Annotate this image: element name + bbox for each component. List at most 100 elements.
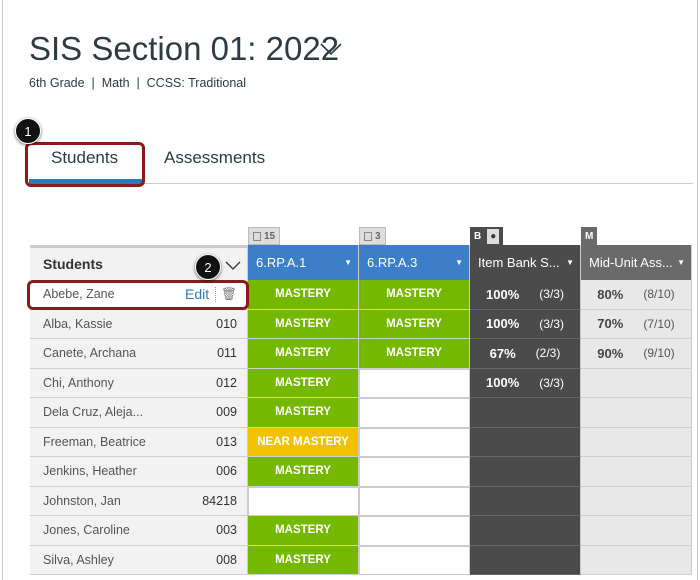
column-header-1[interactable]: 6.RP.A.3 ▼ bbox=[359, 245, 470, 280]
student-cell[interactable]: Silva, Ashley 008 bbox=[30, 545, 248, 575]
score-fraction: (9/10) bbox=[643, 346, 675, 361]
student-cell[interactable]: Johnston, Jan 84218 bbox=[30, 486, 248, 516]
outcome-cell[interactable]: MASTERY bbox=[359, 339, 470, 369]
assessment-score-cell[interactable] bbox=[581, 427, 692, 457]
outcome-cell[interactable]: MASTERY bbox=[248, 368, 359, 398]
assessment-score-cell[interactable]: 67% (2/3) bbox=[470, 339, 581, 369]
chevron-down-icon[interactable] bbox=[225, 261, 241, 271]
score-percent: 100% bbox=[486, 375, 520, 391]
student-cell[interactable]: Freeman, Beatrice 013 bbox=[30, 427, 248, 457]
column-header-3[interactable]: Mid-Unit Ass... ▼ bbox=[581, 245, 692, 280]
assessment-score-cell[interactable]: 90% (9/10) bbox=[581, 339, 692, 369]
section-subtitle: 6th Grade | Math | CCSS: Traditional bbox=[29, 76, 247, 90]
outcome-cell[interactable]: MASTERY bbox=[359, 280, 470, 310]
outcome-cell[interactable] bbox=[359, 486, 470, 516]
assessment-score-cell[interactable]: 70% (7/10) bbox=[581, 309, 692, 339]
student-name: Dela Cruz, Aleja... bbox=[43, 405, 144, 420]
outcome-cell[interactable] bbox=[359, 368, 470, 398]
assessment-score-cell[interactable] bbox=[581, 368, 692, 398]
student-cell[interactable]: Jenkins, Heather 006 bbox=[30, 457, 248, 487]
assessment-score-cell[interactable] bbox=[470, 486, 581, 516]
column-header-label: 6.RP.A.1 bbox=[256, 255, 307, 270]
assessment-score-cell[interactable] bbox=[470, 398, 581, 428]
column-header-label: 6.RP.A.3 bbox=[367, 255, 418, 270]
column-header-label: Mid-Unit Ass... bbox=[589, 255, 673, 270]
caret-down-icon[interactable]: ▼ bbox=[344, 258, 352, 267]
outcome-cell[interactable]: MASTERY bbox=[248, 516, 359, 546]
outcome-cell[interactable] bbox=[359, 545, 470, 575]
student-cell[interactable]: Chi, Anthony 012 bbox=[30, 368, 248, 398]
document-icon bbox=[253, 231, 261, 241]
column-tag: B ● bbox=[470, 227, 504, 245]
column-header-label: Item Bank S... bbox=[478, 255, 560, 270]
assessment-score-cell[interactable] bbox=[581, 486, 692, 516]
outcome-cell[interactable]: MASTERY bbox=[359, 309, 470, 339]
outcome-cell[interactable] bbox=[359, 427, 470, 457]
assessment-score-cell[interactable] bbox=[470, 545, 581, 575]
score-percent: 70% bbox=[597, 316, 624, 332]
mastery-label: MASTERY bbox=[386, 288, 442, 301]
assessment-score-cell[interactable]: 80% (8/10) bbox=[581, 280, 692, 310]
assessment-score-cell[interactable]: 100% (3/3) bbox=[470, 280, 581, 310]
student-name: Silva, Ashley bbox=[43, 552, 114, 567]
student-id: 011 bbox=[217, 346, 237, 361]
student-name: Chi, Anthony bbox=[43, 375, 114, 390]
column-header-0[interactable]: 6.RP.A.1 ▼ bbox=[248, 245, 359, 280]
tab-assessments[interactable]: Assessments bbox=[164, 148, 265, 168]
table-row: Jones, Caroline 003 MASTERY bbox=[30, 516, 693, 546]
score-fraction: (8/10) bbox=[643, 287, 675, 302]
outcome-cell[interactable]: NEAR MASTERY bbox=[248, 427, 359, 457]
outcome-cell[interactable] bbox=[248, 486, 359, 516]
caret-down-icon[interactable]: ▼ bbox=[455, 258, 463, 267]
outcome-cell[interactable] bbox=[359, 516, 470, 546]
assessment-score-cell[interactable]: 100% (3/3) bbox=[470, 368, 581, 398]
score-fraction: (3/3) bbox=[539, 375, 564, 390]
student-name: Canete, Archana bbox=[43, 346, 137, 361]
assessment-score-cell[interactable] bbox=[581, 545, 692, 575]
assessment-score-cell[interactable] bbox=[470, 516, 581, 546]
mastery-label: MASTERY bbox=[275, 376, 331, 389]
check-circle-icon: ● bbox=[487, 228, 500, 244]
outcome-cell[interactable] bbox=[359, 398, 470, 428]
chevron-down-icon[interactable] bbox=[320, 38, 342, 60]
mastery-label: MASTERY bbox=[275, 465, 331, 478]
score-fraction: (7/10) bbox=[643, 316, 675, 331]
column-tag: 3 bbox=[359, 227, 386, 245]
table-row: Canete, Archana 011 MASTERY MASTERY 67% (2/3)… bbox=[30, 339, 693, 369]
assessment-score-cell[interactable] bbox=[470, 457, 581, 487]
score-percent: 100% bbox=[486, 316, 520, 332]
score-percent: 67% bbox=[489, 345, 516, 361]
mastery-label: NEAR MASTERY bbox=[257, 435, 349, 448]
document-icon bbox=[364, 231, 372, 241]
callout-badge-2: 2 bbox=[195, 254, 221, 280]
outcome-cell[interactable]: MASTERY bbox=[248, 545, 359, 575]
student-cell[interactable]: Jones, Caroline 003 bbox=[30, 516, 248, 546]
outcome-cell[interactable]: MASTERY bbox=[248, 280, 359, 310]
assessment-score-cell[interactable] bbox=[581, 457, 692, 487]
outcome-cell[interactable]: MASTERY bbox=[248, 457, 359, 487]
student-id: 008 bbox=[216, 552, 237, 567]
score-fraction: (3/3) bbox=[539, 316, 564, 331]
outcome-cell[interactable]: MASTERY bbox=[248, 309, 359, 339]
student-cell[interactable]: Dela Cruz, Aleja... 009 bbox=[30, 398, 248, 428]
mastery-label: MASTERY bbox=[275, 524, 331, 537]
mastery-label: MASTERY bbox=[386, 317, 442, 330]
student-id: 006 bbox=[216, 464, 237, 479]
column-tag: M bbox=[581, 227, 598, 245]
outcome-cell[interactable]: MASTERY bbox=[248, 339, 359, 369]
assessment-score-cell[interactable] bbox=[581, 398, 692, 428]
caret-down-icon[interactable]: ▼ bbox=[677, 258, 685, 267]
assessment-score-cell[interactable]: 100% (3/3) bbox=[470, 309, 581, 339]
mastery-label: MASTERY bbox=[275, 406, 331, 419]
column-header-2[interactable]: Item Bank S... ▼ bbox=[470, 245, 581, 280]
caret-down-icon[interactable]: ▼ bbox=[566, 258, 574, 267]
student-cell[interactable]: Canete, Archana 011 bbox=[30, 339, 248, 369]
mastery-label: MASTERY bbox=[275, 553, 331, 566]
student-cell[interactable]: Alba, Kassie 010 bbox=[30, 309, 248, 339]
assessment-score-cell[interactable] bbox=[470, 427, 581, 457]
outcome-cell[interactable] bbox=[359, 457, 470, 487]
student-id: 009 bbox=[216, 405, 237, 420]
score-fraction: (2/3) bbox=[535, 346, 561, 361]
assessment-score-cell[interactable] bbox=[581, 516, 692, 546]
outcome-cell[interactable]: MASTERY bbox=[248, 398, 359, 428]
